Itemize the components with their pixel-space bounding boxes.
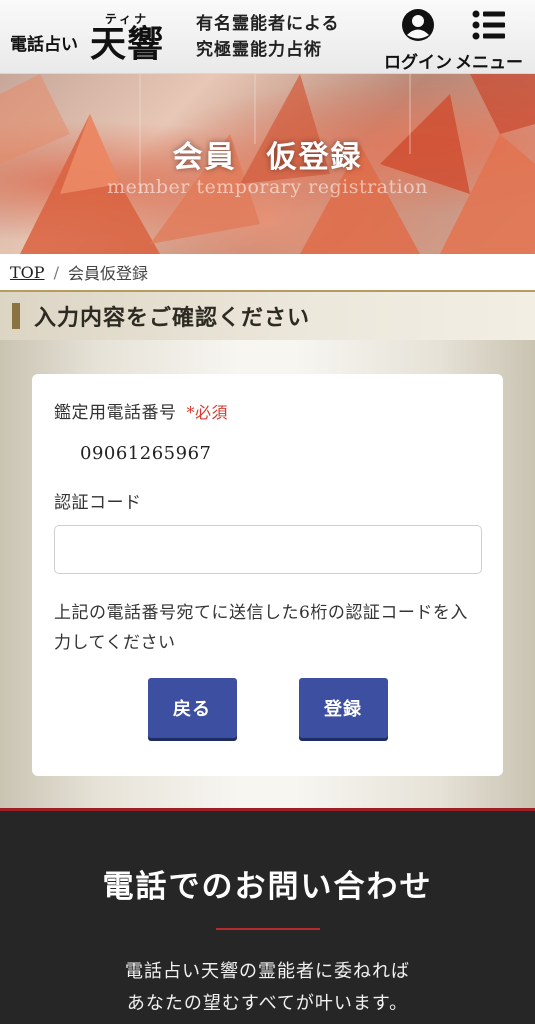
- contact-text: 電話占い天響の霊能者に委ねれば あなたの望むすべてが叶います。: [0, 956, 535, 1020]
- site-header: 電話占い ティナ 天響 有名霊能者による 究極霊能力占術 ログイン メニュー: [0, 0, 535, 74]
- logo-title: 天響: [90, 23, 165, 65]
- login-button[interactable]: ログイン: [384, 8, 452, 73]
- login-label: ログイン: [384, 53, 452, 73]
- tagline-line-1: 有名霊能者による: [196, 13, 340, 34]
- code-field-label: 認証コード: [54, 493, 142, 513]
- hero-title: 会員 仮登録: [0, 132, 535, 176]
- heading-accent-bar: [12, 303, 20, 329]
- breadcrumb-home-link[interactable]: TOP: [10, 263, 45, 282]
- tagline-line-2: 究極霊能力占術: [196, 39, 323, 60]
- register-button[interactable]: 登録: [298, 678, 388, 738]
- hero-title-part-2: 仮登録: [266, 140, 363, 175]
- back-button[interactable]: 戻る: [147, 678, 237, 738]
- hero-banner: 会員 仮登録 member temporary registration: [0, 74, 535, 254]
- hero-title-part-1: 会員: [172, 140, 237, 175]
- contact-title: 電話でのお問い合わせ: [102, 869, 433, 905]
- section-heading-text: 入力内容をご確認ください: [34, 305, 311, 331]
- contact-divider: [215, 928, 320, 930]
- logo-subtitle: 電話占い: [10, 34, 78, 55]
- phone-number-value: 09061265967: [80, 443, 212, 464]
- phone-label-text: 鑑定用電話番号: [54, 403, 177, 423]
- section-heading: 入力内容をご確認ください: [0, 290, 535, 340]
- phone-field-label: 鑑定用電話番号 *必須: [54, 398, 481, 423]
- contact-text-line-2: あなたの望むすべてが叶います。: [126, 993, 409, 1014]
- form-actions: 戻る 登録: [32, 678, 503, 738]
- menu-label: メニュー: [455, 53, 523, 73]
- hero-subtitle: member temporary registration: [107, 176, 428, 198]
- required-mark: *必須: [186, 403, 229, 422]
- logo-mark: ティナ 天響: [90, 10, 164, 67]
- contact-text-line-1: 電話占い天響の霊能者に委ねれば: [125, 961, 410, 982]
- user-icon: [402, 9, 434, 41]
- list-menu-icon: [472, 10, 505, 40]
- breadcrumb-current: 会員仮登録: [67, 264, 148, 283]
- header-tagline: 有名霊能者による 究極霊能力占術: [196, 11, 340, 63]
- menu-button[interactable]: メニュー: [455, 8, 523, 73]
- breadcrumb: TOP / 会員仮登録: [0, 254, 535, 290]
- content-area: 鑑定用電話番号 *必須 09061265967 認証コード 上記の電話番号宛てに送…: [0, 340, 535, 808]
- verification-instruction: 上記の電話番号宛てに送信した6桁の認証コードを入力してください: [54, 603, 468, 653]
- breadcrumb-separator: /: [53, 262, 59, 282]
- verification-code-input[interactable]: [54, 525, 482, 574]
- phone-contact-section: 電話でのお問い合わせ 電話占い天響の霊能者に委ねれば あなたの望むすべてが叶いま…: [0, 808, 535, 1024]
- confirmation-form: 鑑定用電話番号 *必須 09061265967 認証コード 上記の電話番号宛てに送…: [32, 374, 503, 776]
- site-logo[interactable]: 電話占い ティナ 天響: [10, 7, 164, 67]
